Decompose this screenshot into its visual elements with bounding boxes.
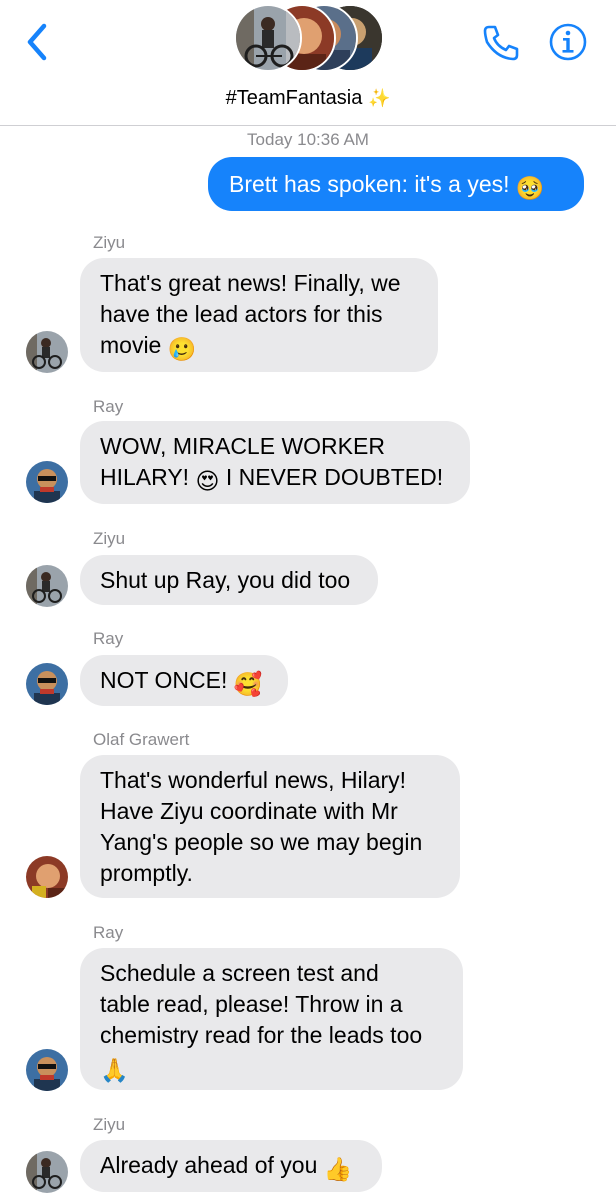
incoming-message-bubble[interactable]: That's great news! Finally, we have the … [80,258,438,372]
chevron-left-icon [27,23,47,61]
heart-eyes-emoji: 😍 [195,468,220,494]
incoming-message-bubble[interactable]: NOT ONCE! 🥰 [80,655,288,706]
header-divider [0,125,616,126]
incoming-message-bubble[interactable]: Already ahead of you 👍 [80,1140,382,1192]
sender-name: Ziyu [93,529,126,548]
folded-hands-emoji: 🙏 [100,1057,129,1083]
incoming-message-bubble[interactable]: Shut up Ray, you did too [80,555,378,605]
sparkles-emoji: ✨ [367,88,391,108]
sender-name: Ray [93,923,124,942]
outgoing-message-bubble[interactable]: Brett has spoken: it's a yes! 🥹 [208,157,584,211]
group-name[interactable]: #TeamFantasia ✨ [0,86,616,110]
incoming-message-bubble[interactable]: Schedule a screen test and table read, p… [80,948,463,1090]
incoming-message-bubble[interactable]: That's wonderful news, Hilary! Have Ziyu… [80,755,460,898]
thumbs-up-emoji: 👍 [323,1156,353,1182]
call-button[interactable] [480,22,522,64]
group-avatar-stack[interactable] [234,4,384,74]
incoming-message-bubble[interactable]: WOW, MIRACLE WORKER HILARY! 😍 I NEVER DO… [80,421,470,504]
pleading-face-emoji: 🥹 [515,175,545,201]
sender-name: Olaf Grawert [93,730,190,749]
info-icon [549,23,587,61]
avatar-ziyu[interactable] [26,331,68,373]
avatar-ray[interactable] [26,663,68,705]
avatar-ray[interactable] [26,1049,68,1091]
avatar-ray[interactable] [26,461,68,503]
sender-name: Ziyu [93,1115,126,1134]
message-timestamp: Today 10:36 AM [247,130,369,149]
sender-name: Ray [93,629,124,648]
member-avatar [234,4,302,72]
sender-name: Ziyu [93,233,126,252]
back-button[interactable] [22,22,54,62]
smiling-face-with-tear-emoji: 🥲 [167,336,197,362]
smiling-face-with-hearts-emoji: 🥰 [233,671,263,697]
avatar-ziyu[interactable] [26,565,68,607]
sender-name: Ray [93,397,124,416]
conversation-header: #TeamFantasia ✨ [0,0,616,126]
phone-icon [483,25,519,61]
avatar-ziyu[interactable] [26,1151,68,1193]
avatar-olaf-grawert[interactable] [26,856,68,898]
info-button[interactable] [548,22,588,62]
